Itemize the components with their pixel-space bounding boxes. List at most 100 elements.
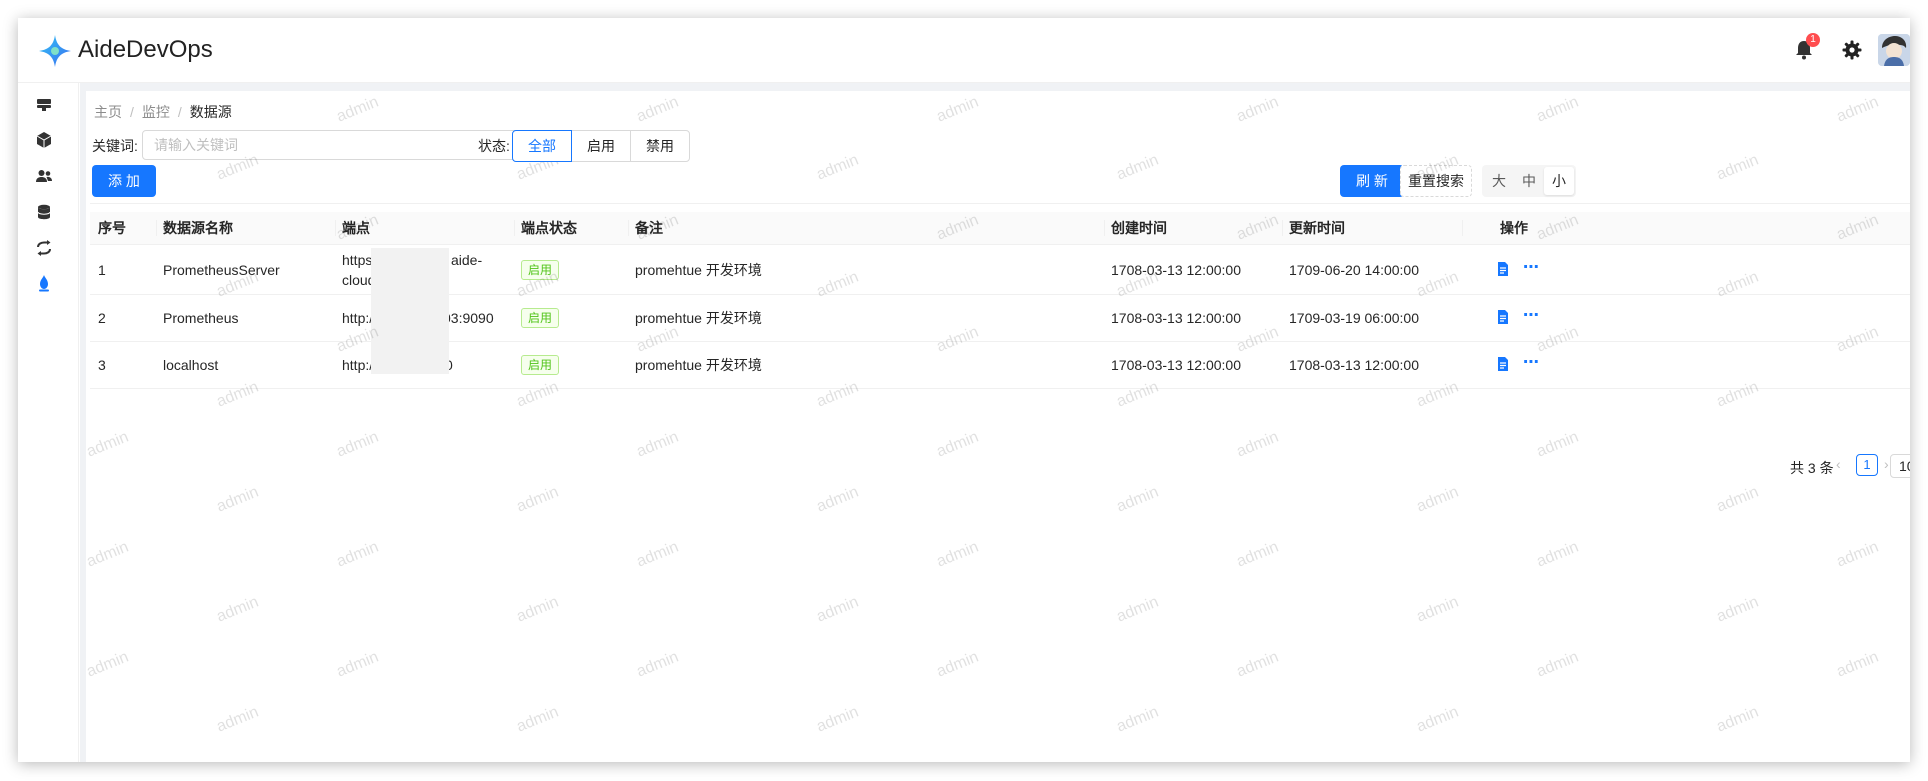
watermark: admin bbox=[1714, 703, 1761, 736]
watermark: admin bbox=[1534, 428, 1581, 461]
watermark: admin bbox=[514, 703, 561, 736]
watermark: admin bbox=[1234, 93, 1281, 126]
status-tag: 启用 bbox=[521, 260, 560, 280]
redaction-mask bbox=[371, 248, 449, 374]
watermark: admin bbox=[1834, 538, 1881, 571]
row-endpoint: http:/ bbox=[342, 310, 374, 326]
size-large[interactable]: 大 bbox=[1484, 167, 1514, 195]
pagination-total: 共 3 条 bbox=[1790, 460, 1834, 476]
watermark: admin bbox=[84, 538, 131, 571]
watermark: admin bbox=[1114, 483, 1161, 516]
watermark: admin bbox=[334, 93, 381, 126]
top-header: AideDevOps 1 bbox=[18, 18, 1910, 83]
row-endpoint-tail: 03:9090 bbox=[443, 310, 494, 326]
avatar[interactable] bbox=[1878, 34, 1910, 66]
status-option-disabled[interactable]: 禁用 bbox=[630, 130, 690, 162]
status-option-enabled[interactable]: 启用 bbox=[571, 130, 631, 162]
page-size-select[interactable]: 10 条/页 ▾ bbox=[1890, 454, 1910, 478]
table-row: 2 Prometheus http:/ 03:9090 启用 promehtue… bbox=[90, 295, 1910, 342]
column-header-remark: 备注 bbox=[635, 220, 663, 236]
add-button[interactable]: 添 加 bbox=[92, 165, 156, 197]
watermark: admin bbox=[814, 593, 861, 626]
column-header-actions: 操作 bbox=[1500, 220, 1528, 236]
page-1[interactable]: 1 bbox=[1856, 454, 1878, 476]
column-divider bbox=[514, 220, 515, 236]
refresh-button[interactable]: 刷 新 bbox=[1340, 165, 1404, 197]
content-area: 主页 / 监控 / 数据源 关键词: 状态: 全部 启用 禁用 添 加 刷 新 重置搜索… bbox=[80, 83, 1910, 762]
row-created: 1708-03-13 12:00:00 bbox=[1111, 357, 1241, 373]
row-updated: 1709-06-20 14:00:00 bbox=[1289, 262, 1419, 278]
watermark: admin bbox=[814, 703, 861, 736]
column-header-name: 数据源名称 bbox=[163, 220, 233, 236]
status-option-all[interactable]: 全部 bbox=[512, 130, 572, 162]
more-icon[interactable]: ⋯ bbox=[1523, 355, 1540, 371]
column-header-created: 创建时间 bbox=[1111, 220, 1167, 236]
row-name: Prometheus bbox=[163, 310, 239, 326]
column-header-endpoint: 端点 bbox=[342, 220, 370, 236]
column-header-updated: 更新时间 bbox=[1289, 220, 1345, 236]
gear-icon[interactable] bbox=[1840, 38, 1864, 62]
size-small[interactable]: 小 bbox=[1544, 167, 1574, 195]
column-header-index: 序号 bbox=[98, 220, 126, 236]
main-panel: 主页 / 监控 / 数据源 关键词: 状态: 全部 启用 禁用 添 加 刷 新 重置搜索… bbox=[84, 91, 1910, 762]
watermark: admin bbox=[1714, 593, 1761, 626]
size-medium[interactable]: 中 bbox=[1514, 167, 1544, 195]
next-page-icon[interactable]: › bbox=[1884, 456, 1889, 472]
sync-icon[interactable] bbox=[34, 238, 54, 258]
watermark: admin bbox=[634, 538, 681, 571]
server-icon[interactable] bbox=[34, 95, 54, 115]
watermark: admin bbox=[1234, 648, 1281, 681]
status-label: 状态: bbox=[478, 138, 510, 154]
database-icon[interactable] bbox=[34, 202, 54, 222]
more-icon[interactable]: ⋯ bbox=[1523, 308, 1540, 324]
breadcrumb-monitor[interactable]: 监控 bbox=[142, 104, 170, 120]
watermark: admin bbox=[84, 648, 131, 681]
watermark: admin bbox=[934, 428, 981, 461]
cube-icon[interactable] bbox=[34, 130, 54, 150]
watermark: admin bbox=[1414, 483, 1461, 516]
document-icon[interactable] bbox=[1495, 356, 1511, 372]
watermark: admin bbox=[1414, 703, 1461, 736]
divider bbox=[90, 203, 1910, 204]
row-index: 1 bbox=[98, 262, 106, 278]
row-remark: promehtue 开发环境 bbox=[635, 310, 762, 326]
breadcrumb-current: 数据源 bbox=[189, 104, 232, 120]
document-icon[interactable] bbox=[1495, 309, 1511, 325]
watermark: admin bbox=[214, 483, 261, 516]
prev-page-icon[interactable]: ‹ bbox=[1836, 456, 1841, 472]
breadcrumb: 主页 / 监控 / 数据源 bbox=[94, 102, 232, 122]
column-divider bbox=[1282, 220, 1283, 236]
document-icon[interactable] bbox=[1495, 261, 1511, 277]
status-tag: 启用 bbox=[521, 308, 560, 328]
watermark: admin bbox=[1114, 593, 1161, 626]
watermark: admin bbox=[634, 428, 681, 461]
table-row: 3 localhost http:/ 0 启用 promehtue 开发环境 1… bbox=[90, 342, 1910, 389]
watermark: admin bbox=[334, 538, 381, 571]
watermark: admin bbox=[514, 593, 561, 626]
status-tag: 启用 bbox=[521, 355, 560, 375]
watermark: admin bbox=[934, 538, 981, 571]
status-filter: 全部 启用 禁用 bbox=[512, 130, 690, 162]
watermark: admin bbox=[1714, 483, 1761, 516]
users-icon[interactable] bbox=[34, 166, 54, 186]
column-divider bbox=[1462, 220, 1463, 236]
watermark: admin bbox=[514, 483, 561, 516]
watermark: admin bbox=[634, 648, 681, 681]
watermark: admin bbox=[1834, 93, 1881, 126]
table-header: 序号 数据源名称 端点 端点状态 备注 创建时间 更新时间 操作 bbox=[90, 212, 1910, 245]
row-endpoint: http:/ bbox=[342, 357, 374, 373]
watermark: admin bbox=[934, 648, 981, 681]
watermark: admin bbox=[1114, 703, 1161, 736]
more-icon[interactable]: ⋯ bbox=[1523, 260, 1540, 276]
reset-search-button[interactable]: 重置搜索 bbox=[1400, 165, 1472, 197]
row-created: 1708-03-13 12:00:00 bbox=[1111, 262, 1241, 278]
page-size-value: 10 条/页 bbox=[1899, 458, 1910, 474]
breadcrumb-home[interactable]: 主页 bbox=[94, 104, 122, 120]
row-remark: promehtue 开发环境 bbox=[635, 262, 762, 278]
monitor-icon[interactable] bbox=[34, 273, 54, 293]
watermark: admin bbox=[1234, 428, 1281, 461]
keyword-input[interactable] bbox=[142, 130, 524, 160]
row-remark: promehtue 开发环境 bbox=[635, 357, 762, 373]
keyword-label: 关键词: bbox=[92, 138, 138, 154]
watermark: admin bbox=[1414, 593, 1461, 626]
